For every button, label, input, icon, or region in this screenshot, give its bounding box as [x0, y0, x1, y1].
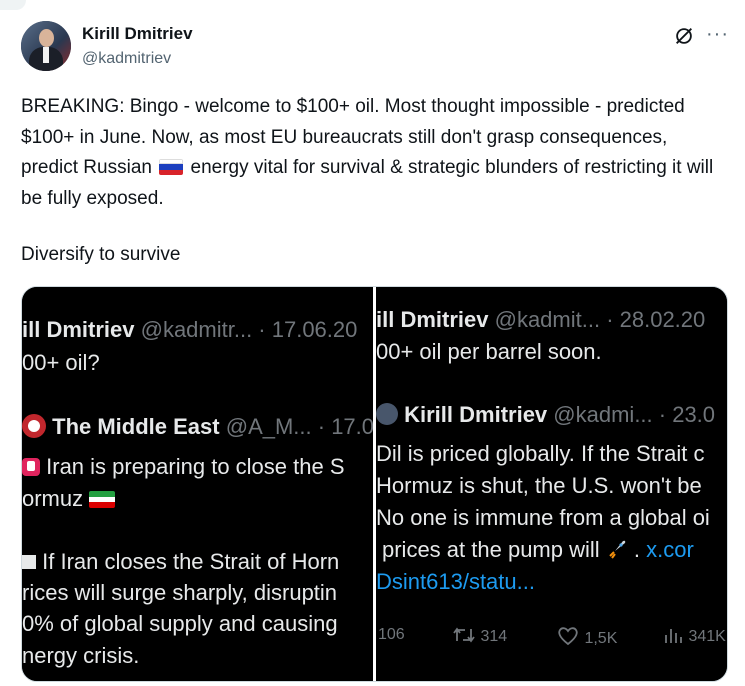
- right-reply-author: Kirill Dmitriev: [404, 402, 548, 427]
- stat-views-group: 341K: [664, 626, 726, 646]
- right-reply-handle-date: @kadmi... · 23.0: [553, 402, 716, 427]
- left-alert-line2: ormuz: [22, 486, 84, 511]
- grok-slash-icon[interactable]: [673, 25, 695, 47]
- rocket-icon: [609, 540, 626, 559]
- source-avatar-icon: [22, 414, 46, 438]
- bullet-square-icon: [22, 555, 36, 569]
- left-body-line-2: rices will surge sharply, disruptin: [22, 580, 338, 605]
- left-body-line-3: 0% of global supply and causing: [22, 611, 338, 636]
- iran-flag-icon: [89, 491, 116, 508]
- media-right-screenshot: ill Dmitriev @kadmit... · 28.02.20 00+ o…: [376, 287, 727, 681]
- right-link-part2: Dsint613/statu...: [376, 569, 535, 594]
- russia-flag-icon: [159, 159, 184, 175]
- views-icon: [665, 629, 682, 643]
- left-quote-handle-date: @kadmitr... · 17.06.20: [140, 317, 358, 342]
- more-icon[interactable]: ···: [706, 24, 729, 44]
- left-quote-line: 00+ oil?: [22, 350, 100, 375]
- right-body-line-3: No one is immune from a global oi: [376, 505, 710, 530]
- left-alert-line: Iran is preparing to close the S: [46, 454, 345, 479]
- author-name[interactable]: Kirill Dmitriev: [82, 24, 193, 44]
- stat-likes-group: 1,5K: [556, 626, 617, 648]
- left-source-handle-date: @A_M... · 17.0: [225, 414, 373, 439]
- heart-icon: [558, 627, 578, 646]
- author-handle[interactable]: @kadmitriev: [82, 50, 171, 68]
- tweet-media-image[interactable]: ill Dmitriev @kadmitr... · 17.06.20 00+ …: [21, 286, 728, 682]
- right-body-line-2: Hormuz is shut, the U.S. won't be: [376, 473, 702, 498]
- tweet-text-paragraph-2: Diversify to survive: [21, 244, 181, 265]
- left-body-line-4: nergy crisis.: [22, 643, 140, 668]
- previous-tweet-connector: [0, 0, 26, 10]
- left-body-line-1: If Iran closes the Strait of Horn: [42, 549, 340, 574]
- right-quote-handle-date: @kadmit... · 28.02.20: [494, 307, 706, 332]
- author-avatar[interactable]: [21, 21, 71, 71]
- stat-views: 341K: [688, 628, 726, 645]
- right-quote-author: ill Dmitriev: [376, 307, 489, 332]
- media-left-screenshot: ill Dmitriev @kadmitr... · 17.06.20 00+ …: [22, 287, 373, 681]
- stat-reposts-group: 314: [452, 626, 507, 646]
- right-body-line-4: prices at the pump will: [382, 537, 600, 562]
- stat-likes: 1,5K: [584, 630, 618, 647]
- right-quote-line: 00+ oil per barrel soon.: [376, 339, 602, 364]
- stat-reposts: 314: [480, 628, 508, 645]
- tweet-text: BREAKING: Bingo - welcome to $100+ oil. …: [21, 92, 721, 214]
- left-source-name: The Middle East: [52, 414, 220, 439]
- left-quote-author: ill Dmitriev: [22, 317, 135, 342]
- right-body-line-1: Dil is priced globally. If the Strait c: [376, 441, 705, 466]
- reply-avatar: [376, 403, 398, 425]
- alert-icon: [22, 458, 40, 476]
- stat-replies: 106: [378, 626, 405, 643]
- repost-icon: [453, 627, 475, 643]
- right-link-part1: x.cor: [646, 537, 694, 562]
